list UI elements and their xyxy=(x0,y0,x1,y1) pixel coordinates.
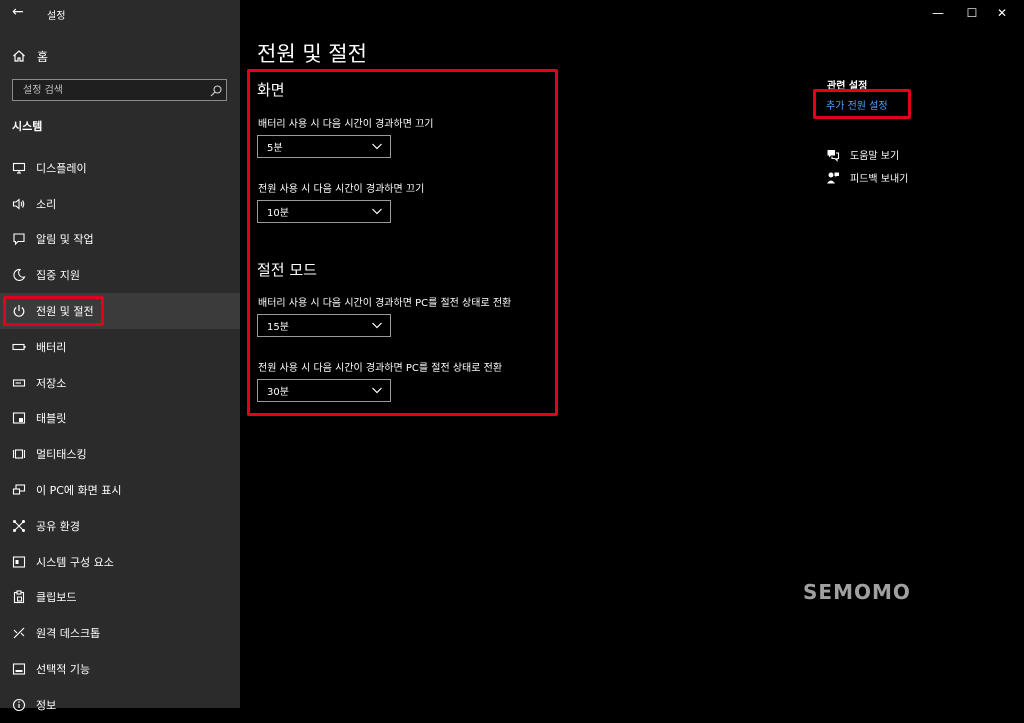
sidebar-item-system-components[interactable]: 시스템 구성 요소 xyxy=(0,544,240,580)
give-feedback-label: 피드백 보내기 xyxy=(850,174,909,185)
screen-plugged-dropdown[interactable]: 10분 xyxy=(257,200,391,223)
clipboard-icon xyxy=(12,590,26,604)
sidebar-item-label: 집중 지원 xyxy=(36,269,80,283)
sidebar-item-label: 이 PC에 화면 표시 xyxy=(36,484,122,498)
sidebar-item-label: 공유 환경 xyxy=(36,519,80,533)
sidebar-item-project-to-pc[interactable]: 이 PC에 화면 표시 xyxy=(0,472,240,508)
maximize-button[interactable]: ☐ xyxy=(962,4,982,22)
sidebar-item-multitasking[interactable]: 멀티태스킹 xyxy=(0,436,240,472)
sleep-section-heading: 절전 모드 xyxy=(257,261,317,279)
sidebar-item-optional-features[interactable]: 선택적 기능 xyxy=(0,651,240,687)
feedback-person-icon xyxy=(826,171,840,185)
chevron-down-icon xyxy=(371,385,383,395)
sidebar-item-label: 저장소 xyxy=(36,376,67,390)
sidebar-item-notifications[interactable]: 알림 및 작업 xyxy=(0,222,240,258)
home-label: 홈 xyxy=(37,49,49,64)
sleep-plugged-dropdown[interactable]: 30분 xyxy=(257,379,391,402)
get-help-label: 도움말 보기 xyxy=(850,151,900,162)
sleep-battery-dropdown[interactable]: 15분 xyxy=(257,314,391,337)
multitasking-icon xyxy=(12,447,26,461)
home-icon xyxy=(12,49,26,63)
screen-battery-dropdown[interactable]: 5분 xyxy=(257,135,391,158)
sidebar-item-label: 정보 xyxy=(36,698,57,712)
sidebar-item-shared-experiences[interactable]: 공유 환경 xyxy=(0,508,240,544)
back-arrow-icon[interactable]: ← xyxy=(12,4,28,22)
sidebar-item-label: 클립보드 xyxy=(36,591,77,605)
screen-plugged-label: 전원 사용 시 다음 시간이 경과하면 끄기 xyxy=(258,184,425,195)
app-title: 설정 xyxy=(47,11,66,22)
settings-search-input[interactable] xyxy=(13,80,203,100)
page-title: 전원 및 절전 xyxy=(257,42,367,66)
info-icon xyxy=(12,698,26,712)
sidebar-nav: 디스플레이 소리 알림 및 작업 집중 지원 전원 및 절전 배터리 저장소 태… xyxy=(0,150,240,723)
sidebar: ← 설정 홈 시스템 디스플레이 소리 알림 및 작업 집중 지원 xyxy=(0,0,240,712)
project-icon xyxy=(12,483,26,497)
screen-battery-label: 배터리 사용 시 다음 시간이 경과하면 끄기 xyxy=(258,119,434,130)
sidebar-item-clipboard[interactable]: 클립보드 xyxy=(0,580,240,616)
remote-desktop-icon xyxy=(12,626,26,640)
additional-power-settings-link[interactable]: 추가 전원 설정 xyxy=(826,97,888,112)
sidebar-section-label: 시스템 xyxy=(12,120,43,133)
watermark-text: SEMOMO xyxy=(803,580,911,604)
chevron-down-icon xyxy=(371,320,383,330)
selection-highlight-box xyxy=(3,296,104,327)
sidebar-item-label: 배터리 xyxy=(36,340,67,354)
sidebar-item-power-sleep[interactable]: 전원 및 절전 xyxy=(0,293,240,329)
settings-search-box[interactable] xyxy=(12,79,227,101)
sidebar-item-label: 디스플레이 xyxy=(36,161,87,175)
screen-section-heading: 화면 xyxy=(257,81,285,99)
chevron-down-icon xyxy=(371,141,383,151)
sidebar-item-about[interactable]: 정보 xyxy=(0,687,240,723)
moon-icon xyxy=(12,268,26,282)
close-button[interactable]: ✕ xyxy=(992,4,1012,22)
get-help-link[interactable]: 도움말 보기 xyxy=(826,147,899,162)
sidebar-item-label: 시스템 구성 요소 xyxy=(36,555,114,569)
tablet-icon xyxy=(12,411,26,425)
shared-experience-icon xyxy=(12,519,26,533)
storage-icon xyxy=(12,376,26,390)
help-chat-icon xyxy=(826,148,840,162)
minimize-button[interactable]: — xyxy=(928,4,948,22)
sidebar-item-remote-desktop[interactable]: 원격 데스크톱 xyxy=(0,615,240,651)
sleep-battery-label: 배터리 사용 시 다음 시간이 경과하면 PC를 절전 상태로 전환 xyxy=(258,298,512,309)
optional-features-icon xyxy=(12,662,26,676)
display-icon xyxy=(12,161,26,175)
sidebar-item-label: 선택적 기능 xyxy=(36,663,91,677)
dropdown-value: 5분 xyxy=(267,143,283,154)
dropdown-value: 10분 xyxy=(267,208,289,219)
give-feedback-link[interactable]: 피드백 보내기 xyxy=(826,170,908,185)
sidebar-item-label: 태블릿 xyxy=(36,412,67,426)
sleep-plugged-label: 전원 사용 시 다음 시간이 경과하면 PC를 절전 상태로 전환 xyxy=(258,363,503,374)
battery-icon xyxy=(12,340,26,354)
sidebar-item-focus-assist[interactable]: 집중 지원 xyxy=(0,257,240,293)
components-icon xyxy=(12,555,26,569)
speaker-icon xyxy=(12,197,26,211)
sidebar-item-battery[interactable]: 배터리 xyxy=(0,329,240,365)
sidebar-home[interactable]: 홈 xyxy=(12,46,48,66)
sidebar-item-label: 멀티태스킹 xyxy=(36,448,87,462)
dropdown-value: 30분 xyxy=(267,387,289,398)
sidebar-item-sound[interactable]: 소리 xyxy=(0,186,240,222)
chevron-down-icon xyxy=(371,206,383,216)
dropdown-value: 15분 xyxy=(267,322,289,333)
sidebar-item-storage[interactable]: 저장소 xyxy=(0,365,240,401)
search-icon[interactable] xyxy=(209,83,223,97)
sidebar-item-label: 알림 및 작업 xyxy=(36,233,94,247)
notification-icon xyxy=(12,232,26,246)
sidebar-item-display[interactable]: 디스플레이 xyxy=(0,150,240,186)
sidebar-item-label: 소리 xyxy=(36,197,57,211)
sidebar-item-tablet[interactable]: 태블릿 xyxy=(0,401,240,437)
sidebar-item-label: 원격 데스크톱 xyxy=(36,627,101,641)
